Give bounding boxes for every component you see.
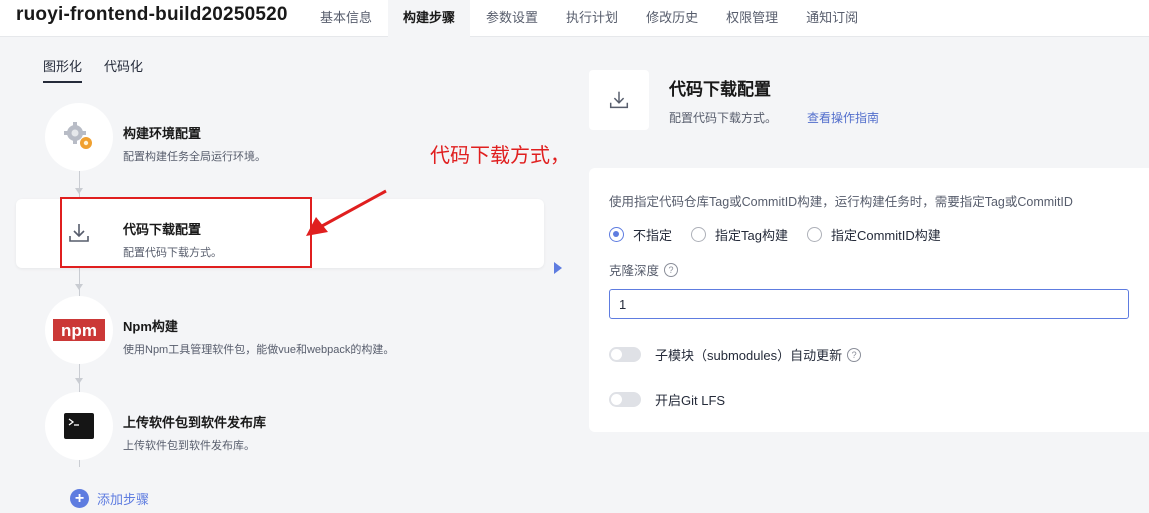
help-icon[interactable]: ? bbox=[664, 262, 679, 277]
step-upload-package[interactable]: 上传软件包到软件发布库 上传软件包到软件发布库。 bbox=[16, 392, 544, 461]
detail-title: 代码下载配置 bbox=[669, 80, 771, 99]
tab-basic-info[interactable]: 基本信息 bbox=[308, 0, 384, 37]
detail-desc: 配置代码下载方式。 bbox=[669, 111, 778, 125]
step-desc: 配置构建任务全局运行环境。 bbox=[123, 151, 266, 163]
svg-text:npm: npm bbox=[61, 321, 97, 340]
radio-unchecked-icon bbox=[691, 227, 707, 242]
add-step-button[interactable]: + 添加步骤 bbox=[70, 489, 149, 508]
download-icon bbox=[589, 70, 649, 130]
timeline-arrow bbox=[75, 188, 83, 194]
config-card: 使用指定代码仓库Tag或CommitID构建，运行构建任务时，需要指定Tag或C… bbox=[589, 168, 1149, 432]
npm-logo-icon: npm bbox=[45, 296, 113, 364]
project-title: ruoyi-frontend-build20250520 bbox=[16, 4, 288, 25]
step-title: 上传软件包到软件发布库 bbox=[123, 415, 267, 430]
mode-tab-code[interactable]: 代码化 bbox=[104, 56, 143, 83]
radio-tag[interactable]: 指定Tag构建 bbox=[691, 225, 788, 244]
gear-icon bbox=[45, 103, 113, 171]
tab-schedule[interactable]: 执行计划 bbox=[554, 0, 630, 37]
git-lfs-toggle-row: 开启Git LFS bbox=[609, 390, 725, 409]
radio-commit-id[interactable]: 指定CommitID构建 bbox=[806, 225, 941, 244]
help-icon[interactable]: ? bbox=[847, 347, 862, 362]
steps-panel: 图形化 代码化 构建环境配置 配置构建任务全局运行环境。 代码下载配置 配置代码… bbox=[0, 37, 568, 513]
clone-depth-label: 克隆深度 ? bbox=[609, 260, 679, 279]
step-title: Npm构建 bbox=[123, 319, 178, 334]
build-ref-radio-group: 不指定 指定Tag构建 指定CommitID构建 bbox=[609, 225, 960, 244]
guide-link[interactable]: 查看操作指南 bbox=[807, 109, 879, 126]
plus-icon: + bbox=[70, 489, 89, 508]
submodules-toggle[interactable] bbox=[609, 347, 641, 362]
git-lfs-toggle[interactable] bbox=[609, 392, 641, 407]
step-desc: 上传软件包到软件发布库。 bbox=[123, 440, 255, 452]
tab-history[interactable]: 修改历史 bbox=[634, 0, 710, 37]
annotation-arrow-icon bbox=[306, 189, 387, 236]
selected-step-pointer-icon bbox=[554, 262, 562, 274]
tab-build-steps[interactable]: 构建步骤 bbox=[388, 0, 471, 37]
tab-notifications[interactable]: 通知订阅 bbox=[794, 0, 870, 37]
clone-depth-input[interactable] bbox=[609, 289, 1129, 319]
mode-tab-graphical[interactable]: 图形化 bbox=[43, 56, 83, 83]
tab-permissions[interactable]: 权限管理 bbox=[714, 0, 790, 37]
timeline-arrow bbox=[75, 378, 83, 384]
timeline-arrow bbox=[75, 284, 83, 290]
tag-commit-hint: 使用指定代码仓库Tag或CommitID构建，运行构建任务时，需要指定Tag或C… bbox=[609, 195, 1073, 209]
step-npm-build[interactable]: npm Npm构建 使用Npm工具管理软件包，能做vue和webpack的构建。 bbox=[16, 296, 544, 365]
step-desc: 使用Npm工具管理软件包，能做vue和webpack的构建。 bbox=[123, 344, 395, 356]
step-detail-panel: 代码下载配置 配置代码下载方式。 查看操作指南 使用指定代码仓库Tag或Comm… bbox=[568, 37, 1149, 513]
main-tabs: 基本信息 构建步骤 参数设置 执行计划 修改历史 权限管理 通知订阅 bbox=[308, 0, 874, 37]
terminal-icon bbox=[45, 392, 113, 460]
radio-checked-icon bbox=[609, 227, 624, 242]
step-title: 构建环境配置 bbox=[123, 126, 202, 141]
add-step-label: 添加步骤 bbox=[97, 492, 150, 507]
submodules-toggle-row: 子模块（submodules）自动更新 ? bbox=[609, 345, 862, 364]
top-bar: ruoyi-frontend-build20250520 基本信息 构建步骤 参… bbox=[0, 0, 1149, 37]
tab-parameters[interactable]: 参数设置 bbox=[474, 0, 550, 37]
mode-tabs: 图形化 代码化 bbox=[43, 56, 143, 83]
radio-unspecified[interactable]: 不指定 bbox=[609, 225, 672, 244]
radio-unchecked-icon bbox=[806, 227, 822, 242]
annotation-highlight-box bbox=[60, 197, 312, 268]
